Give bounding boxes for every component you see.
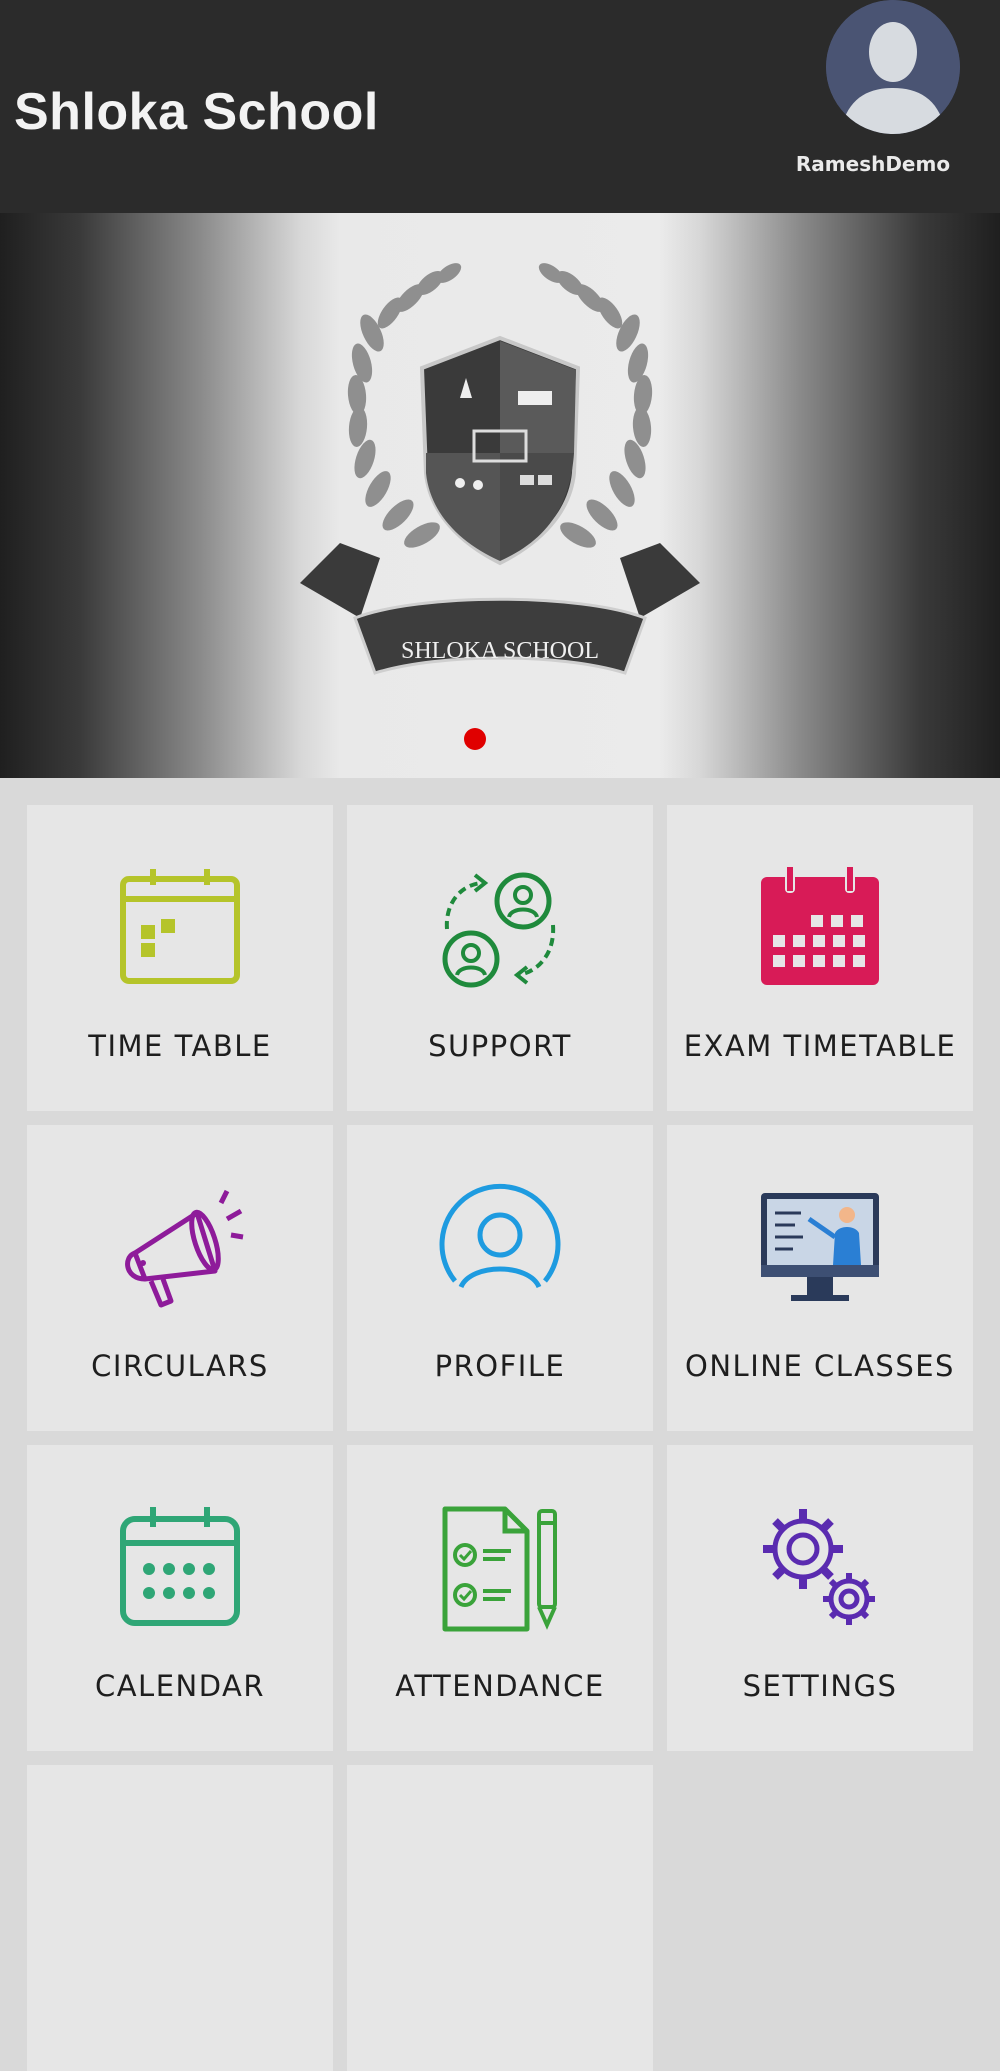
avatar[interactable] <box>826 0 960 134</box>
exam-calendar-icon <box>761 867 879 985</box>
support-exchange-icon <box>442 872 556 988</box>
logo-text: SHLOKA SCHOOL <box>401 638 599 664</box>
calendar-icon <box>120 1507 240 1626</box>
menu-grid: TIME TABLE SUPPORT EXAM TIMETABLE CIRCUL… <box>0 778 1000 2071</box>
tile-label: ATTENDANCE <box>395 1669 605 1703</box>
profile-user-icon <box>439 1183 561 1289</box>
online-class-monitor-icon <box>761 1193 879 1301</box>
tile-label: PROFILE <box>434 1349 566 1383</box>
tile-label: SETTINGS <box>742 1669 898 1703</box>
megaphone-icon <box>125 1189 244 1308</box>
tile-label: CALENDAR <box>94 1669 266 1703</box>
menu-tile-settings[interactable]: SETTINGS <box>667 1445 973 1751</box>
menu-tile-partial[interactable] <box>27 1765 333 2071</box>
carousel-indicator-active[interactable] <box>464 728 486 750</box>
menu-tile-online-classes[interactable]: ONLINE CLASSES <box>667 1125 973 1431</box>
menu-tile-support[interactable]: SUPPORT <box>347 805 653 1111</box>
timetable-calendar-icon <box>120 869 240 984</box>
tile-label: CIRCULARS <box>91 1349 269 1383</box>
tile-label: SUPPORT <box>428 1029 572 1063</box>
banner-carousel[interactable]: SHLOKA SCHOOL <box>0 213 1000 778</box>
tile-label: TIME TABLE <box>88 1029 272 1063</box>
menu-tile-attendance[interactable]: ATTENDANCE <box>347 1445 653 1751</box>
app-header: Shloka School RameshDemo <box>0 0 1000 213</box>
attendance-checklist-icon <box>442 1506 557 1632</box>
tile-label: ONLINE CLASSES <box>685 1349 955 1383</box>
user-silhouette-icon <box>826 0 960 134</box>
username: RameshDemo <box>795 152 951 176</box>
tile-label: EXAM TIMETABLE <box>683 1029 957 1063</box>
school-crest-logo: SHLOKA SCHOOL <box>300 263 700 675</box>
menu-tile-circulars[interactable]: CIRCULARS <box>27 1125 333 1431</box>
app-title: Shloka School <box>14 83 379 141</box>
settings-gears-icon <box>763 1509 875 1625</box>
menu-tile-partial[interactable] <box>347 1765 653 2071</box>
menu-tile-profile[interactable]: PROFILE <box>347 1125 653 1431</box>
menu-tile-calendar[interactable]: CALENDAR <box>27 1445 333 1751</box>
menu-tile-exam-timetable[interactable]: EXAM TIMETABLE <box>667 805 973 1111</box>
menu-tile-time-table[interactable]: TIME TABLE <box>27 805 333 1111</box>
